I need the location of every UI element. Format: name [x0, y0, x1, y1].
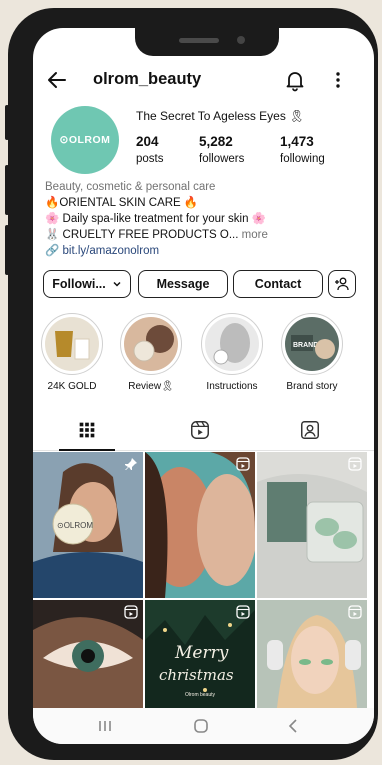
tagged-icon[interactable]	[298, 419, 322, 441]
post-tile[interactable]: Merry christmas Olrom beauty	[145, 600, 255, 708]
profile-bio: Beauty, cosmetic & personal care 🔥ORIENT…	[45, 179, 365, 259]
profile-link-text: bit.ly/amazonolrom	[62, 245, 160, 257]
add-user-button[interactable]	[328, 270, 356, 298]
profile-avatar[interactable]: ⊙OLROM	[51, 106, 119, 174]
reels-icon	[236, 605, 250, 619]
highlight-image	[205, 317, 259, 371]
highlight-label: Brand story	[286, 381, 338, 392]
post-tile[interactable]	[145, 452, 255, 598]
highlight-label: Instructions	[206, 381, 258, 392]
stat-followers-label: followers	[199, 153, 245, 165]
profile-actions: Followi... Message Contact	[43, 270, 373, 298]
bio-more-link[interactable]: more	[242, 229, 268, 241]
following-button-label: Followi...	[52, 277, 106, 291]
highlight-ring: BRAND	[281, 313, 343, 375]
highlight-brand-text: BRAND	[293, 342, 318, 349]
bell-icon[interactable]	[283, 68, 307, 92]
post-tile[interactable]	[257, 452, 367, 598]
profile-title: The Secret To Ageless Eyes 🎗	[136, 109, 305, 123]
following-button[interactable]: Followi...	[43, 270, 131, 298]
highlight-item[interactable]: Instructions	[199, 313, 265, 392]
profile-link[interactable]: 🔗 bit.ly/amazonolrom	[45, 243, 365, 259]
stat-followers[interactable]: 5,282 followers	[199, 134, 244, 165]
posts-grid: ⊙OLROM Merry christmas Olrom beauty	[33, 452, 374, 708]
highlight-label: Review🎗	[128, 381, 174, 392]
add-user-icon	[335, 277, 349, 291]
highlight-item[interactable]: Review🎗	[118, 313, 184, 392]
post-overlay-brand: Olrom beauty	[185, 692, 216, 698]
highlight-image	[124, 317, 178, 371]
bio-line-text: 🐰 CRUELTY FREE PRODUCTS O...	[45, 229, 239, 241]
stat-posts[interactable]: 204 posts	[136, 134, 164, 165]
content-tabs	[33, 411, 374, 451]
post-tile[interactable]	[257, 600, 367, 708]
story-highlights: 24K GOLD Review🎗 Instructions BRAND Bran…	[33, 313, 374, 395]
highlight-item[interactable]: 24K GOLD	[39, 313, 105, 392]
phone-notch	[135, 28, 279, 56]
highlight-ring	[201, 313, 263, 375]
highlight-ring	[120, 313, 182, 375]
stat-following-label: following	[280, 153, 325, 165]
bio-line: 🐰 CRUELTY FREE PRODUCTS O... more	[45, 227, 365, 243]
post-tile[interactable]	[33, 600, 143, 708]
chevron-down-icon	[113, 281, 121, 287]
post-image: ⊙OLROM	[33, 452, 143, 598]
active-tab-indicator	[59, 449, 115, 451]
profile-header: olrom_beauty	[33, 66, 374, 96]
more-options-icon[interactable]	[328, 68, 348, 92]
post-image	[257, 452, 367, 598]
message-button-label: Message	[156, 277, 210, 291]
grid-icon[interactable]	[75, 419, 99, 441]
back-arrow-icon[interactable]	[45, 68, 69, 92]
contact-button-label: Contact	[254, 277, 302, 291]
highlight-label: 24K GOLD	[47, 381, 97, 392]
recent-apps-icon[interactable]	[95, 716, 115, 736]
link-icon: 🔗	[45, 245, 60, 257]
reels-icon	[124, 605, 138, 619]
product-logo-text: ⊙OLROM	[57, 521, 93, 530]
profile-username: olrom_beauty	[93, 70, 202, 88]
stat-posts-value: 204	[136, 134, 159, 149]
post-overlay-line1: Merry	[174, 643, 229, 663]
bio-line: 🔥ORIENTAL SKIN CARE 🔥	[45, 197, 199, 209]
reels-icon[interactable]	[188, 419, 212, 441]
highlight-image	[45, 317, 99, 371]
post-tile[interactable]: ⊙OLROM	[33, 452, 143, 598]
stat-following-value: 1,473	[280, 134, 314, 149]
highlight-item[interactable]: BRAND Brand story	[279, 313, 345, 392]
reels-icon	[236, 457, 250, 471]
reels-icon	[348, 457, 362, 471]
bio-line: 🌸 Daily spa-like treatment for your skin…	[45, 213, 267, 225]
front-camera	[237, 36, 245, 44]
message-button[interactable]: Message	[138, 270, 228, 298]
highlight-image: BRAND	[285, 317, 339, 371]
stat-following[interactable]: 1,473 following	[280, 134, 325, 165]
avatar-logo: ⊙OLROM	[59, 134, 111, 146]
highlight-ring	[41, 313, 103, 375]
back-nav-icon[interactable]	[283, 716, 303, 736]
pin-icon	[125, 458, 137, 470]
profile-category: Beauty, cosmetic & personal care	[45, 181, 216, 193]
app-screen: olrom_beauty ⊙OLROM The Secret To Ageles…	[33, 28, 374, 744]
system-nav-bar	[33, 708, 374, 744]
contact-button[interactable]: Contact	[233, 270, 323, 298]
reels-icon	[348, 605, 362, 619]
post-overlay-line2: christmas	[159, 666, 234, 684]
speaker	[179, 38, 219, 43]
post-image	[145, 452, 255, 598]
stat-posts-label: posts	[136, 153, 164, 165]
stat-followers-value: 5,282	[199, 134, 233, 149]
home-icon[interactable]	[191, 716, 211, 736]
